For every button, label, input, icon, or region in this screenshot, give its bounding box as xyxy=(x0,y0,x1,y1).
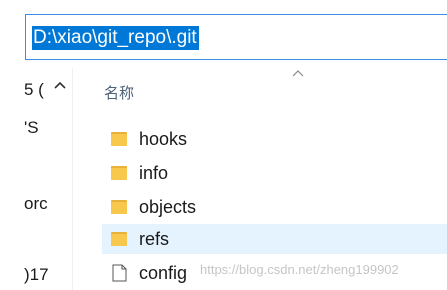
list-item-hooks[interactable]: hooks xyxy=(102,124,447,154)
column-header-name[interactable]: 名称 xyxy=(104,82,134,103)
watermark-text: https://blog.csdn.net/zheng199902 xyxy=(200,262,399,277)
scroll-up-icon[interactable] xyxy=(52,78,68,92)
nav-item-fragment-4[interactable]: )17 xyxy=(24,265,49,285)
sort-ascending-icon xyxy=(292,70,304,77)
file-icon xyxy=(112,264,127,282)
nav-item-fragment-3[interactable]: orc xyxy=(24,194,48,214)
folder-icon xyxy=(111,232,127,246)
list-item-refs[interactable]: refs xyxy=(102,224,447,254)
nav-item-fragment-2[interactable]: 'S xyxy=(24,118,39,138)
folder-icon xyxy=(111,132,127,146)
folder-icon xyxy=(111,200,127,214)
list-item-label: refs xyxy=(139,229,170,249)
pane-divider[interactable] xyxy=(72,68,73,290)
list-item-label: config xyxy=(139,263,188,283)
list-item-label: info xyxy=(139,163,169,183)
address-path-text[interactable]: D:\xiao\git_repo\.git xyxy=(32,26,199,50)
list-item-info[interactable]: info xyxy=(102,158,447,188)
list-item-label: objects xyxy=(139,197,197,217)
list-item-label: hooks xyxy=(139,129,188,149)
list-item-objects[interactable]: objects xyxy=(102,192,447,222)
file-explorer-window: D:\xiao\git_repo\.git 5 ( 'S orc )17 名称 … xyxy=(0,0,447,290)
address-bar[interactable]: D:\xiao\git_repo\.git xyxy=(25,14,447,60)
folder-icon xyxy=(111,166,127,180)
nav-item-fragment-1[interactable]: 5 ( xyxy=(24,80,44,100)
